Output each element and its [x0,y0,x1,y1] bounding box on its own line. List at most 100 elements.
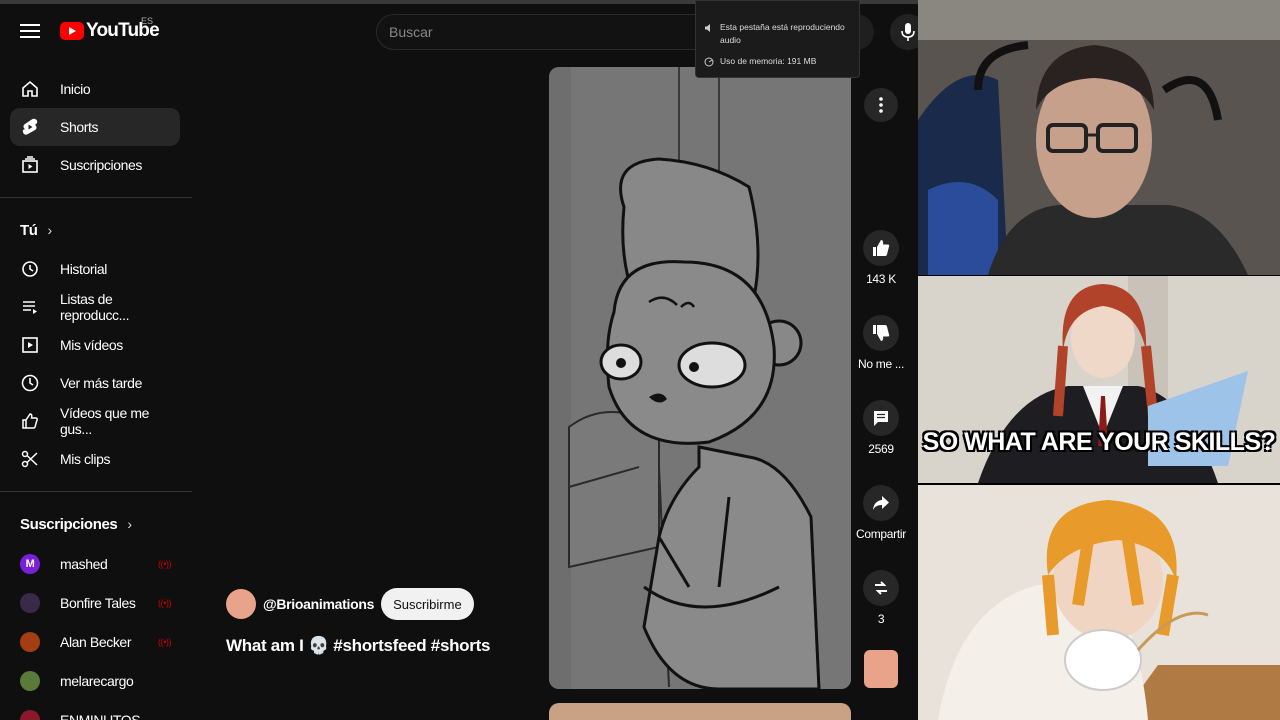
like-button[interactable] [863,230,899,266]
section-title-suscripciones: Suscripciones [20,515,118,533]
search-input[interactable]: Buscar [376,14,696,50]
avatar: M [20,553,40,574]
share-action: Compartir [851,485,911,541]
short-video-frame [549,67,851,689]
youtube-play-icon [60,22,84,40]
subscribe-label: Suscribirme [393,596,462,612]
sidebar-item-ver-mas-tarde[interactable]: Ver más tarde [0,364,182,402]
subscribe-button[interactable]: Suscribirme [381,588,474,620]
sidebar-item-label: Inicio [60,81,91,97]
like-action: 143 K [851,230,911,286]
memory-usage-text: Uso de memoria: 191 MB [720,56,817,66]
meme-caption: SO WHAT ARE YOUR SKILLS? [922,428,1276,456]
menu-icon[interactable] [18,20,42,44]
anime-image [918,485,1280,720]
speaker-icon [705,24,710,32]
youtube-logo[interactable]: YouTube ES [60,16,160,42]
tab-tooltip: Esta pestaña está reproduciendo audio Us… [695,0,860,78]
country-code: ES [141,16,154,26]
subscription-label: Bonfire Tales [60,594,136,611]
sidebar-item-label: Vídeos que me gus... [60,405,149,437]
meme-overlay: SO WHAT ARE YOUR SKILLS? [918,276,1280,483]
search-placeholder: Buscar [389,24,433,40]
avatar [20,670,40,691]
subscription-mashed[interactable]: M mashed ((•)) [0,544,190,583]
sidebar-item-label: Shorts [60,119,99,135]
share-icon [873,496,889,510]
dislike-action: No me ... [851,315,911,371]
thumbs-up-icon [873,240,890,256]
section-suscripciones[interactable]: Suscripciones › [0,504,192,544]
subscription-melarecargo[interactable]: melarecargo [0,661,190,700]
subscription-label: melarecargo [60,672,134,689]
mic-icon[interactable] [890,14,918,50]
sidebar-item-label: Historial [60,261,107,277]
thumbs-down-icon [873,325,890,341]
remix-button[interactable] [863,570,899,606]
playlist-icon [20,297,40,317]
my-videos-icon [20,335,40,355]
channel-avatar[interactable] [226,589,256,619]
like-icon [20,411,40,431]
next-short-preview[interactable] [549,703,851,720]
sound-action [851,650,911,688]
webcam-image [918,0,1280,275]
sidebar-divider [0,491,192,492]
short-title: What am I 💀 #shortsfeed #shorts [226,636,491,655]
remix-count: 3 [877,612,885,626]
sidebar-item-historial[interactable]: Historial [0,250,182,288]
youtube-window: YouTube ES Buscar Esta pestaña está repr… [0,0,918,720]
scissors-icon [20,449,40,469]
section-title-tu: Tú [20,221,38,239]
comments-button[interactable] [863,400,899,436]
sidebar-item-shorts[interactable]: Shorts [10,108,180,146]
sound-thumbnail[interactable] [864,650,898,688]
share-button[interactable] [863,485,899,521]
comments-action: 2569 [851,400,911,456]
share-label: Compartir [856,527,906,541]
remix-action: 3 [851,570,911,626]
subscription-label: Alan Becker [60,633,132,650]
subscription-alan-becker[interactable]: Alan Becker ((•)) [0,622,190,661]
memory-icon [704,57,714,67]
subscription-bonfire-tales[interactable]: Bonfire Tales ((•)) [0,583,190,622]
sidebar: Inicio Shorts Suscripciones Tú › Historia… [0,70,192,720]
sidebar-item-listas[interactable]: Listas de reproducc... [0,288,182,326]
subscription-label: mashed [60,555,108,572]
sidebar-item-mis-videos[interactable]: Mis vídeos [0,326,182,364]
anime-overlay [918,485,1280,720]
history-icon [20,259,40,279]
subscription-label: ENMINUTOS [60,711,141,720]
short-video-player[interactable] [549,67,851,689]
sidebar-item-mis-clips[interactable]: Mis clips [0,440,182,478]
live-icon: ((•)) [158,636,172,647]
chevron-right-icon: › [127,516,132,532]
more-options-icon[interactable] [864,88,898,122]
sidebar-item-suscripciones[interactable]: Suscripciones [0,146,182,184]
like-count: 143 K [866,272,896,286]
sidebar-item-label: Mis vídeos [60,337,123,353]
subscriptions-icon [20,155,40,175]
short-meta: @Brioanimations Suscribirme What am I 💀 … [226,588,490,656]
channel-row: @Brioanimations Suscribirme [226,588,490,620]
sidebar-divider [0,197,192,198]
section-tu[interactable]: Tú › [0,210,192,250]
sidebar-item-videos-gustan[interactable]: Vídeos que me gus... [0,402,182,440]
live-icon: ((•)) [158,597,172,608]
sidebar-item-label: Ver más tarde [60,375,142,391]
comment-count: 2569 [868,442,894,456]
dislike-button[interactable] [863,315,899,351]
audio-status-text: Esta pestaña está reproduciendo audio [720,22,845,45]
home-icon [20,79,40,99]
channel-name[interactable]: @Brioanimations [263,596,374,612]
avatar [20,592,40,613]
remix-icon [875,581,887,595]
subscription-enminutos[interactable]: ENMINUTOS [0,700,190,720]
shorts-icon [20,117,40,137]
sidebar-item-label: Suscripciones [60,157,142,173]
webcam-overlay [918,0,1280,275]
dislike-label: No me ... [858,357,904,371]
avatar [20,709,40,720]
sidebar-item-inicio[interactable]: Inicio [0,70,182,108]
live-icon: ((•)) [158,558,172,569]
